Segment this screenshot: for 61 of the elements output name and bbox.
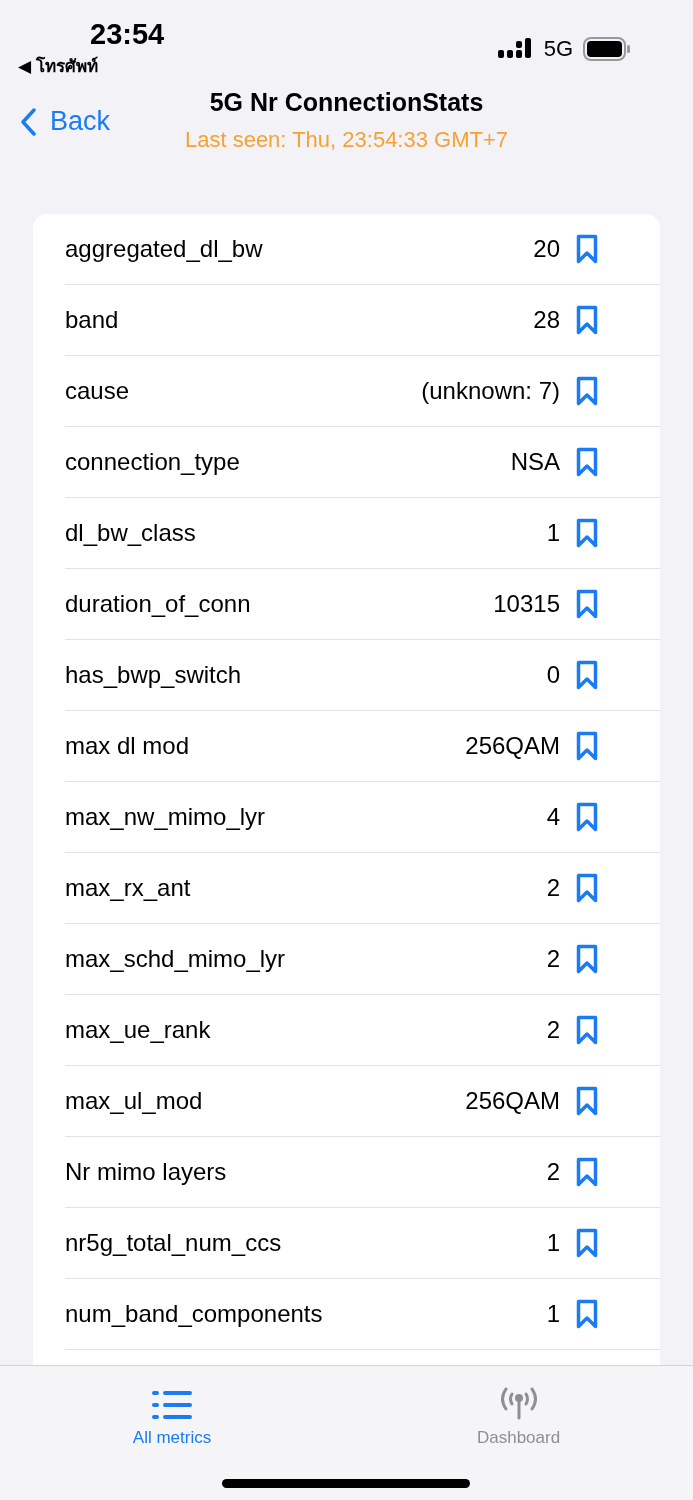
metric-name: cause <box>65 377 131 405</box>
page-title: 5G Nr ConnectionStats <box>209 88 484 117</box>
metric-name: max_ue_rank <box>65 1016 212 1044</box>
metric-name: max_ul_mod <box>65 1087 204 1115</box>
metric-value: 1 <box>546 1300 560 1328</box>
metric-name: max_nw_mimo_lyr <box>65 803 267 831</box>
bookmark-icon[interactable] <box>576 802 598 832</box>
metric-value: 2 <box>546 1158 560 1186</box>
bookmark-icon[interactable] <box>576 660 598 690</box>
bookmark-icon[interactable] <box>576 376 598 406</box>
signal-icon <box>497 38 534 60</box>
metric-value: 10315 <box>493 590 560 618</box>
status-time: 23:54 <box>90 18 165 51</box>
battery-icon <box>583 37 631 61</box>
metric-value: (unknown: 7) <box>421 377 560 405</box>
bookmark-icon[interactable] <box>576 234 598 264</box>
metric-value: 256QAM <box>465 1087 560 1115</box>
metric-name: duration_of_conn <box>65 590 252 618</box>
metric-value: 2 <box>546 945 560 973</box>
last-seen-text: Last seen: Thu, 23:54:33 GMT+7 <box>184 127 509 153</box>
bookmark-icon[interactable] <box>576 731 598 761</box>
metric-name: max_rx_ant <box>65 874 192 902</box>
metric-name: max dl mod <box>65 732 191 760</box>
bookmark-icon[interactable] <box>576 1015 598 1045</box>
metric-value: 2 <box>546 1016 560 1044</box>
metric-value: 2 <box>546 874 560 902</box>
chevron-left-icon <box>20 107 36 136</box>
metric-value: 0 <box>546 661 560 689</box>
metric-name: num_band_components <box>65 1300 324 1328</box>
bookmark-icon[interactable] <box>576 1086 598 1116</box>
metric-value: 256QAM <box>465 732 560 760</box>
metric-name: nr5g_total_num_ccs <box>65 1229 283 1257</box>
bookmark-icon[interactable] <box>576 447 598 477</box>
metric-value: 20 <box>533 235 560 263</box>
bookmark-icon[interactable] <box>576 944 598 974</box>
metric-value: NSA <box>510 448 560 476</box>
metric-value: 1 <box>546 1229 560 1257</box>
bookmark-icon[interactable] <box>576 1228 598 1258</box>
antenna-icon <box>498 1386 539 1420</box>
bookmark-icon[interactable] <box>576 589 598 619</box>
metric-name: band <box>65 306 120 334</box>
metric-value: 4 <box>546 803 560 831</box>
metric-name: aggregated_dl_bw <box>65 235 264 263</box>
tab-item[interactable]: Dashboard <box>476 1378 561 1448</box>
back-button[interactable]: Back <box>20 106 111 137</box>
list-icon <box>152 1390 193 1420</box>
bookmark-icon[interactable] <box>576 305 598 335</box>
metric-value: 1 <box>546 519 560 547</box>
metric-name: Nr mimo layers <box>65 1158 228 1186</box>
bookmark-icon[interactable] <box>576 873 598 903</box>
network-type: 5G <box>543 36 573 62</box>
metric-name: max_schd_mimo_lyr <box>65 945 287 973</box>
bookmark-icon[interactable] <box>576 518 598 548</box>
metric-value: 28 <box>533 306 560 334</box>
bookmark-icon[interactable] <box>576 1299 598 1329</box>
metric-name: connection_type <box>65 448 241 476</box>
metric-name: dl_bw_class <box>65 519 197 547</box>
bookmark-icon[interactable] <box>576 1157 598 1187</box>
back-to-app-link[interactable]: ◀ โทรศัพท์ <box>18 52 165 79</box>
tab-item[interactable]: All metrics <box>132 1378 212 1448</box>
metric-name: has_bwp_switch <box>65 661 243 689</box>
